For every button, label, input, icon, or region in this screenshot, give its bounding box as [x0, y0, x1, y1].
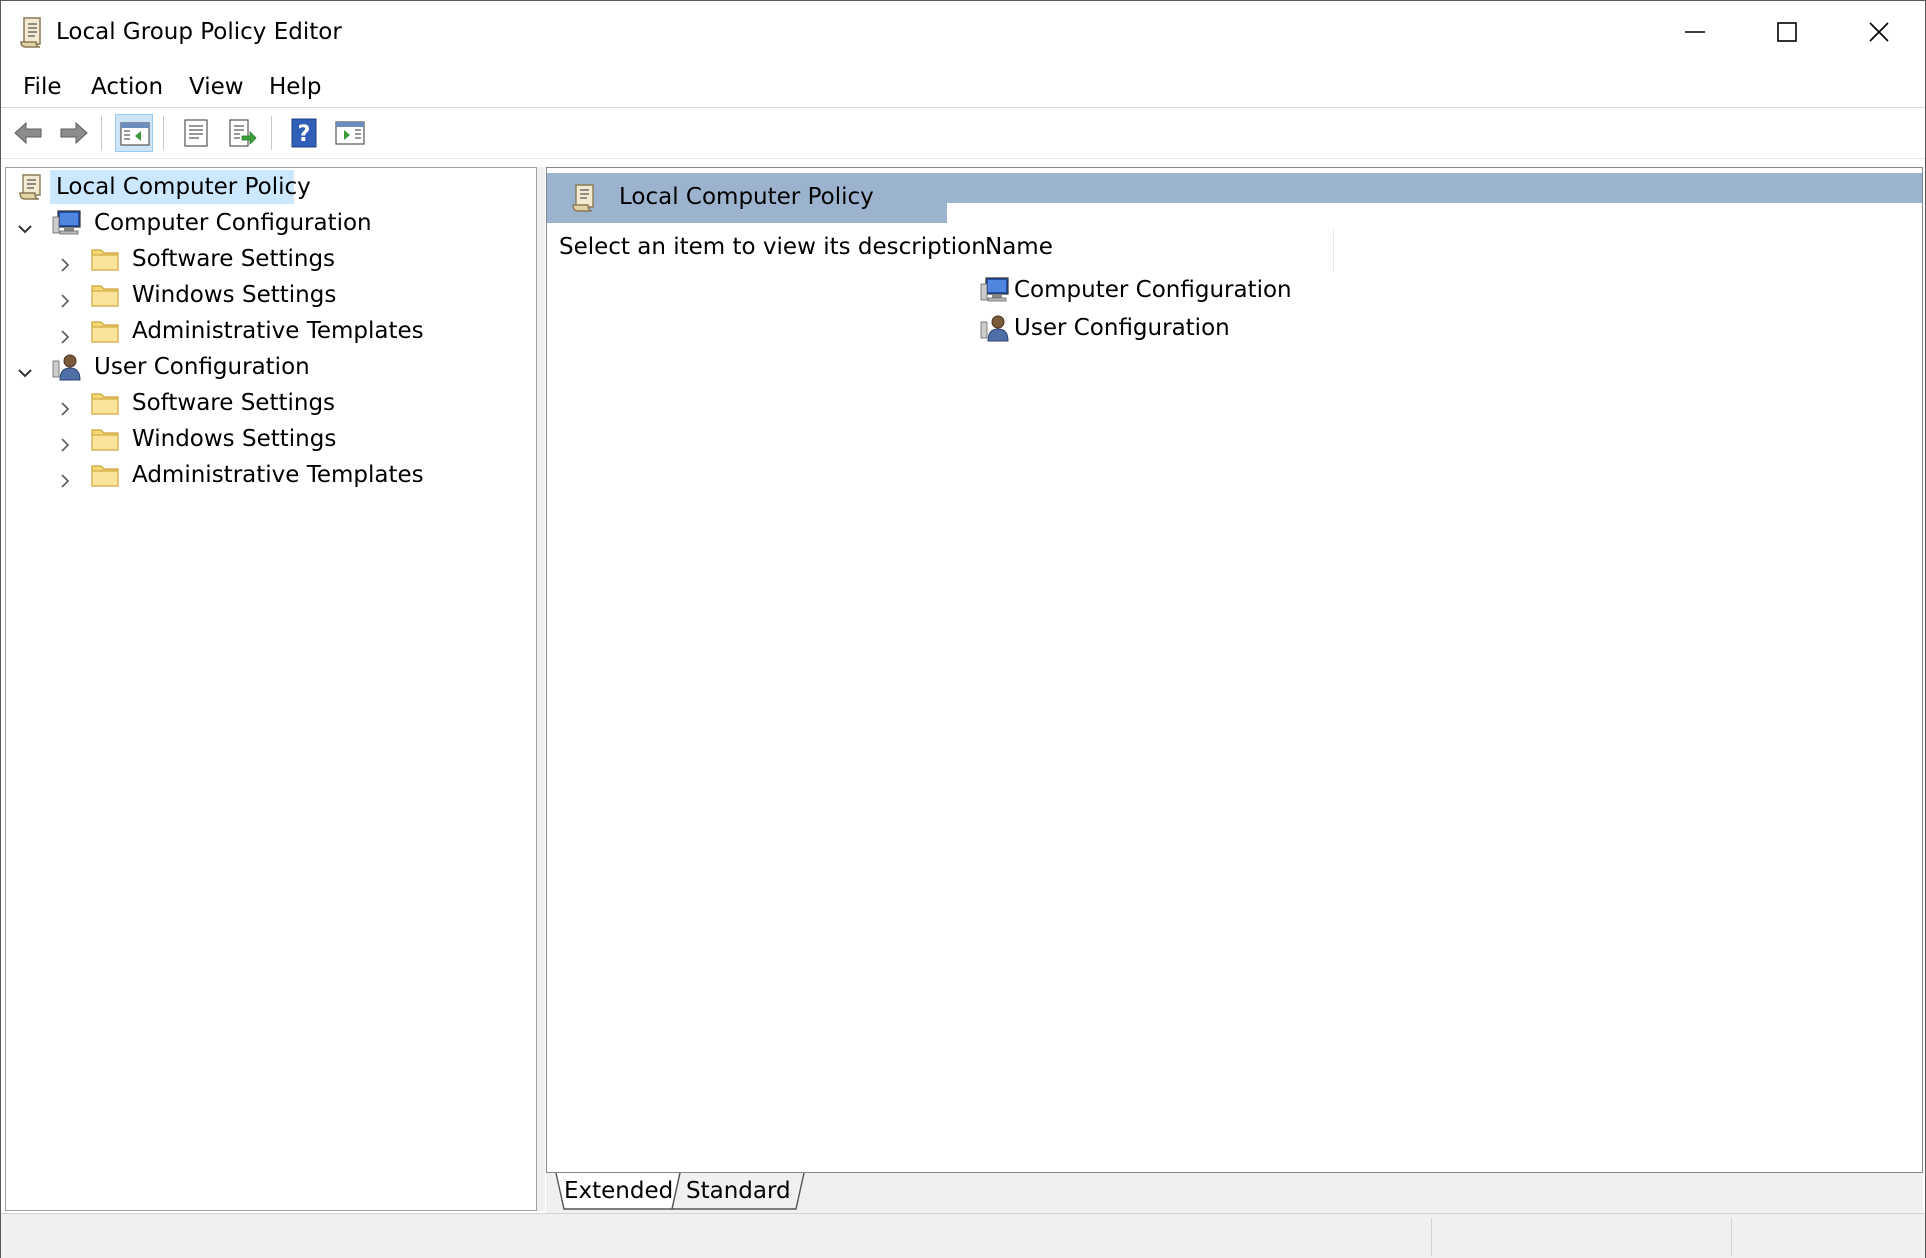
status-divider: [1431, 1218, 1432, 1256]
chevron-right-icon[interactable]: [56, 322, 74, 344]
policy-scroll-icon: [18, 15, 46, 49]
show-hide-action-pane-button[interactable]: [331, 114, 369, 152]
back-arrow-icon: [14, 121, 42, 145]
menu-file[interactable]: File: [13, 67, 72, 107]
window-title: Local Group Policy Editor: [56, 19, 342, 45]
chevron-down-icon[interactable]: [16, 214, 34, 234]
console-tree[interactable]: Local Computer Policy Computer Configura…: [5, 167, 537, 1211]
computer-icon: [980, 276, 1010, 304]
help-button[interactable]: ?: [285, 114, 323, 152]
toolbar-separator: [101, 116, 102, 150]
tree-item-administrative-templates[interactable]: Administrative Templates: [6, 458, 536, 492]
tree-item-computer-configuration[interactable]: Computer Configuration: [6, 206, 536, 240]
tree-item-label: Windows Settings: [132, 426, 337, 452]
folder-icon: [90, 425, 120, 453]
app-window: Local Group Policy Editor File Action Vi…: [0, 0, 1926, 1258]
tree-item-label: Software Settings: [132, 246, 336, 272]
toolbar-separator: [163, 116, 164, 150]
description-text: Select an item to view its description.: [559, 234, 994, 260]
chevron-right-icon[interactable]: [56, 394, 74, 416]
user-icon: [52, 353, 82, 381]
tree-item-label: Software Settings: [132, 390, 336, 416]
tree-item-software-settings[interactable]: Software Settings: [6, 242, 536, 276]
title-bar[interactable]: Local Group Policy Editor: [1, 1, 1925, 63]
minimize-icon: [1685, 31, 1705, 33]
tree-item-label: Computer Configuration: [94, 210, 372, 236]
folder-icon: [90, 389, 120, 417]
menu-help[interactable]: Help: [259, 67, 331, 107]
tree-item-windows-settings[interactable]: Windows Settings: [6, 278, 536, 312]
minimize-button[interactable]: [1649, 1, 1741, 63]
folder-icon: [90, 281, 120, 309]
details-pane: Local Computer Policy Select an item to …: [546, 167, 1923, 1173]
column-divider[interactable]: [1333, 230, 1334, 272]
folder-icon: [90, 317, 120, 345]
chevron-right-icon[interactable]: [56, 466, 74, 488]
list-item-label: User Configuration: [1014, 315, 1230, 341]
tree-item-label: Windows Settings: [132, 282, 337, 308]
export-list-icon: [229, 119, 257, 147]
properties-button[interactable]: [177, 114, 215, 152]
folder-icon: [90, 245, 120, 273]
toolbar: ?: [1, 107, 1925, 159]
view-tabs: Extended Standard: [546, 1173, 1923, 1213]
computer-icon: [52, 209, 82, 237]
list-item-label: Computer Configuration: [1014, 277, 1292, 303]
details-header: Local Computer Policy: [547, 173, 1922, 223]
tree-item-windows-settings[interactable]: Windows Settings: [6, 422, 536, 456]
show-hide-action-pane-icon: [335, 121, 365, 145]
help-icon: ?: [291, 118, 317, 148]
forward-button[interactable]: [55, 114, 93, 152]
close-button[interactable]: [1833, 1, 1925, 63]
tree-item-label: User Configuration: [94, 354, 310, 380]
tree-item-software-settings[interactable]: Software Settings: [6, 386, 536, 420]
svg-text:?: ?: [298, 122, 311, 147]
maximize-button[interactable]: [1741, 1, 1833, 63]
status-bar: [1, 1213, 1925, 1258]
tree-item-user-configuration[interactable]: User Configuration: [6, 350, 536, 384]
folder-icon: [90, 461, 120, 489]
tree-item-local-computer-policy[interactable]: Local Computer Policy: [6, 170, 536, 204]
show-hide-console-tree-icon: [120, 122, 150, 146]
policy-scroll-icon: [16, 173, 46, 201]
properties-icon: [184, 119, 208, 147]
column-header-label: Name: [985, 234, 1053, 260]
back-button[interactable]: [9, 114, 47, 152]
tree-item-label: Administrative Templates: [132, 318, 424, 344]
menu-bar: File Action View Help: [1, 67, 1925, 107]
header-notch: [947, 203, 1922, 223]
tree-item-label: Local Computer Policy: [56, 174, 311, 200]
tab-extended[interactable]: Extended: [564, 1173, 673, 1209]
policy-scroll-icon: [569, 183, 599, 213]
close-icon: [1869, 22, 1889, 42]
show-hide-console-tree-button[interactable]: [115, 114, 153, 152]
tree-item-administrative-templates[interactable]: Administrative Templates: [6, 314, 536, 348]
toolbar-separator: [271, 116, 272, 150]
tab-standard[interactable]: Standard: [686, 1173, 791, 1209]
details-title: Local Computer Policy: [619, 184, 874, 210]
chevron-right-icon[interactable]: [56, 250, 74, 272]
tree-item-label: Administrative Templates: [132, 462, 424, 488]
maximize-icon: [1777, 22, 1797, 42]
forward-arrow-icon: [60, 121, 88, 145]
user-icon: [980, 314, 1010, 342]
status-divider: [1731, 1218, 1732, 1256]
menu-view[interactable]: View: [179, 67, 254, 107]
column-header-name[interactable]: Name: [985, 230, 1335, 272]
chevron-right-icon[interactable]: [56, 286, 74, 308]
chevron-down-icon[interactable]: [16, 358, 34, 378]
pane-splitter[interactable]: [537, 167, 545, 1211]
menu-action[interactable]: Action: [81, 67, 173, 107]
chevron-right-icon[interactable]: [56, 430, 74, 452]
export-list-button[interactable]: [223, 114, 261, 152]
